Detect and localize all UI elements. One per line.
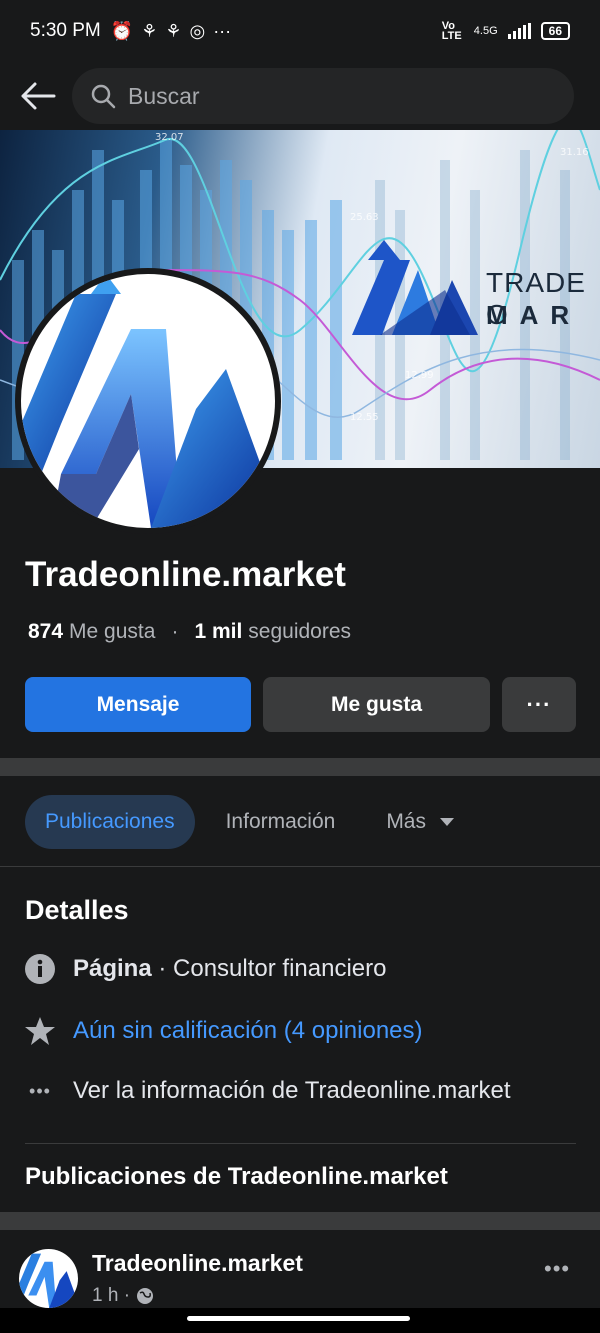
- chart-label: 25.63: [350, 212, 379, 223]
- see-info-link[interactable]: Ver la información de Tradeonline.market: [73, 1077, 511, 1105]
- section-divider: [0, 1212, 600, 1230]
- network-type: 4.5G: [473, 25, 498, 37]
- more-icon: ···: [526, 691, 552, 717]
- post-author-name[interactable]: Tradeonline.market: [92, 1250, 303, 1277]
- home-indicator[interactable]: [187, 1316, 410, 1321]
- post-time: 1 h ·: [92, 1285, 131, 1306]
- likes-label: Me gusta: [69, 620, 156, 643]
- profile-avatar[interactable]: [15, 268, 281, 534]
- brand-logo-cover: [352, 240, 478, 335]
- page-stats: 874 Me gusta · 1 mil seguidores: [28, 620, 351, 644]
- post-author-avatar[interactable]: [19, 1249, 78, 1308]
- chart-label: 32.07: [155, 132, 184, 143]
- app-icon: ⚘: [141, 20, 158, 41]
- post-options-icon[interactable]: •••: [544, 1256, 570, 1282]
- message-button[interactable]: Mensaje: [25, 677, 251, 732]
- signal-icon: [507, 23, 531, 39]
- separator-dot: ·: [171, 620, 179, 643]
- detail-see-info[interactable]: ••• Ver la información de Tradeonline.ma…: [25, 1076, 511, 1106]
- search-icon: [91, 84, 116, 109]
- detail-category: Página · Consultor financiero: [25, 954, 386, 984]
- tab-informacion[interactable]: Información: [206, 795, 356, 849]
- brand-logo-icon: [21, 274, 275, 528]
- status-time: 5:30 PM: [30, 20, 101, 41]
- tab-mas-label: Más: [386, 810, 426, 833]
- page-title: Tradeonline.market: [25, 555, 346, 594]
- cover-brand-subtitle: MAR: [486, 300, 582, 330]
- more-notifications-icon: ···: [213, 20, 232, 41]
- chart-label: 31.16: [560, 147, 589, 158]
- more-options-button[interactable]: ···: [502, 677, 576, 732]
- likes-count: 874: [28, 620, 64, 643]
- like-button[interactable]: Me gusta: [263, 677, 490, 732]
- followers-label: seguidores: [248, 620, 352, 643]
- category-value: · Consultor financiero: [151, 955, 387, 982]
- status-bar: 5:30 PM ⏰ ⚘ ⚘ ◎ ··· Vo LTE 4.5G 66: [0, 0, 600, 62]
- chart-label: 12.99: [405, 370, 434, 381]
- post-meta: 1 h ·: [92, 1285, 154, 1307]
- page-tabs: Publicaciones Información Más: [25, 795, 474, 849]
- top-bar: Buscar: [0, 62, 600, 130]
- brand-logo-icon: [19, 1253, 78, 1308]
- search-placeholder: Buscar: [128, 82, 200, 109]
- details-divider: [25, 1143, 576, 1144]
- chevron-down-icon: [440, 818, 454, 826]
- globe-icon: [137, 1288, 154, 1304]
- tabs-divider: [0, 866, 600, 867]
- volte-indicator: Vo LTE: [441, 20, 462, 42]
- instagram-icon: ◎: [189, 20, 206, 41]
- posts-heading: Publicaciones de Tradeonline.market: [25, 1163, 448, 1190]
- category-type: Página: [73, 955, 152, 982]
- details-heading: Detalles: [25, 895, 129, 925]
- tab-mas[interactable]: Más: [366, 795, 474, 849]
- section-divider: [0, 758, 600, 776]
- alarm-icon: ⏰: [110, 20, 134, 41]
- star-icon: [25, 1016, 55, 1046]
- rating-link[interactable]: Aún sin calificación (4 opiniones): [73, 1017, 423, 1045]
- info-icon: [25, 954, 55, 984]
- search-input[interactable]: Buscar: [72, 68, 574, 124]
- notification-icons: ⏰ ⚘ ⚘ ◎ ···: [111, 21, 231, 42]
- app-icon: ⚘: [165, 20, 182, 41]
- back-arrow-icon[interactable]: [18, 76, 58, 116]
- detail-rating[interactable]: Aún sin calificación (4 opiniones): [25, 1016, 423, 1046]
- tab-publicaciones[interactable]: Publicaciones: [25, 795, 195, 849]
- chart-label: 12.55: [350, 412, 379, 423]
- followers-count: 1 mil: [194, 620, 243, 643]
- ellipsis-icon: •••: [29, 1080, 51, 1101]
- battery-icon: 66: [540, 22, 570, 40]
